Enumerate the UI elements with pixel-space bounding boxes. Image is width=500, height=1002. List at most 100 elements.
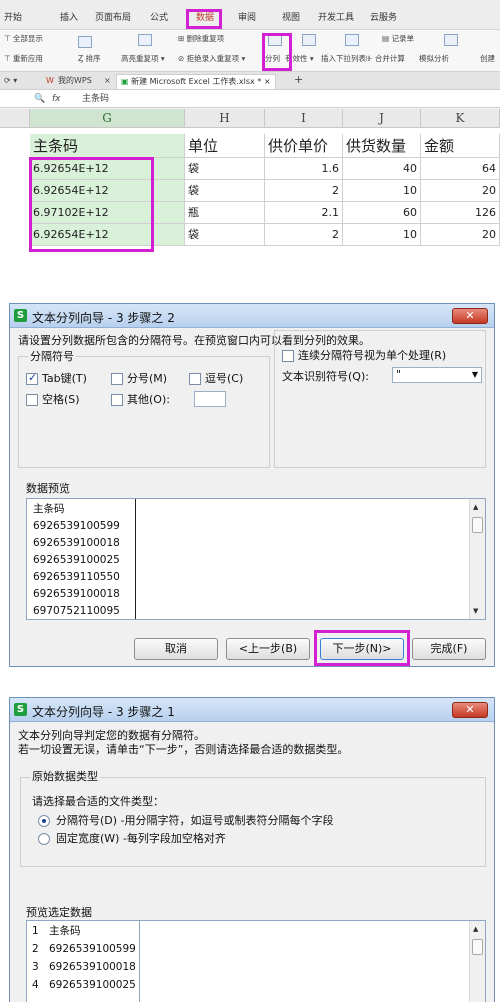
my-wps-tab[interactable]: 我的WPS bbox=[58, 76, 92, 86]
menu-dev[interactable]: 开发工具 bbox=[318, 12, 354, 24]
list-item: 6926539100025 bbox=[49, 979, 136, 991]
menu-formula[interactable]: 公式 bbox=[150, 12, 168, 24]
scroll-up-icon[interactable]: ▲ bbox=[473, 925, 478, 933]
finish-button[interactable]: 完成(F) bbox=[412, 638, 486, 660]
sort-button[interactable]: Ȥ 排序 bbox=[78, 54, 101, 64]
sort-az-icon[interactable] bbox=[78, 36, 92, 48]
table-cell[interactable]: 20 bbox=[421, 224, 500, 246]
comma-label[interactable]: 逗号(C) bbox=[205, 372, 243, 386]
simulate-button[interactable]: 模拟分析 bbox=[419, 54, 449, 64]
dialog-titlebar[interactable]: S 文本分列向导 - 3 步骤之 1 ✕ bbox=[10, 698, 494, 722]
formula-input[interactable]: 主条码 bbox=[82, 94, 109, 104]
table-cell[interactable]: 瓶 bbox=[185, 202, 265, 224]
close-file-tab[interactable]: × bbox=[264, 77, 271, 86]
reapply-button[interactable]: ⊤ 重新应用 bbox=[4, 54, 43, 64]
cell-header-amount[interactable]: 金额 bbox=[421, 134, 500, 158]
cell-header-unit[interactable]: 单位 bbox=[185, 134, 265, 158]
list-item: 6926539100599 bbox=[49, 943, 136, 955]
scroll-down-icon[interactable]: ▼ bbox=[473, 607, 478, 615]
qualifier-select[interactable]: " ▼ bbox=[392, 367, 482, 383]
dialog-titlebar[interactable]: S 文本分列向导 - 3 步骤之 2 ✕ bbox=[10, 304, 494, 328]
close-button[interactable]: ✕ bbox=[452, 702, 488, 718]
column-header-i[interactable]: I bbox=[265, 109, 343, 128]
remove-dup-button[interactable]: ⊞ 删除重复项 bbox=[178, 34, 224, 44]
table-cell[interactable]: 20 bbox=[421, 180, 500, 202]
tab-label[interactable]: Tab键(T) bbox=[42, 372, 87, 386]
table-cell[interactable]: 64 bbox=[421, 158, 500, 180]
cell-header-qty[interactable]: 供货数量 bbox=[343, 134, 421, 158]
column-header-k[interactable]: K bbox=[421, 109, 500, 128]
other-delimiter-input[interactable] bbox=[194, 391, 226, 407]
column-header-g[interactable]: G bbox=[30, 109, 185, 128]
fixed-width-label[interactable]: 固定宽度(W) -每列字段加空格对齐 bbox=[56, 832, 226, 846]
consecutive-label[interactable]: 连续分隔符号视为单个处理(R) bbox=[298, 349, 446, 363]
reject-dup-button[interactable]: ⊘ 拒绝录入重复项 ▾ bbox=[178, 54, 245, 64]
table-cell[interactable]: 2.1 bbox=[265, 202, 343, 224]
back-icon[interactable]: ⟳ ▾ bbox=[4, 76, 17, 86]
other-checkbox[interactable] bbox=[111, 394, 123, 406]
highlight-dup-button[interactable]: 高亮重复项 ▾ bbox=[121, 54, 165, 64]
other-label[interactable]: 其他(O): bbox=[127, 393, 170, 407]
prev-step-button[interactable]: <上一步(B) bbox=[226, 638, 310, 660]
data-preview-pane[interactable]: 主条码 6926539100599 6926539100018 69265391… bbox=[26, 498, 486, 620]
menu-insert[interactable]: 插入 bbox=[60, 12, 78, 24]
delimited-label[interactable]: 分隔符号(D) -用分隔字符，如逗号或制表符分隔每个字段 bbox=[56, 814, 334, 828]
table-cell[interactable]: 2 bbox=[265, 180, 343, 202]
preview-scrollbar[interactable]: ▲ ▼ bbox=[469, 499, 485, 619]
scroll-up-icon[interactable]: ▲ bbox=[473, 503, 478, 511]
cell-header-price[interactable]: 供价单价 bbox=[265, 134, 343, 158]
table-cell[interactable]: 1.6 bbox=[265, 158, 343, 180]
zoom-icon[interactable]: 🔍 bbox=[34, 94, 45, 104]
column-header-h[interactable]: H bbox=[185, 109, 265, 128]
table-cell[interactable]: 2 bbox=[265, 224, 343, 246]
close-button[interactable]: ✕ bbox=[452, 308, 488, 324]
new-tab-button[interactable]: + bbox=[294, 74, 303, 85]
table-cell[interactable]: 40 bbox=[343, 158, 421, 180]
fx-label[interactable]: fx bbox=[52, 94, 61, 104]
table-cell[interactable]: 10 bbox=[343, 180, 421, 202]
wps-logo-icon: W bbox=[46, 76, 54, 85]
menu-review[interactable]: 审阅 bbox=[238, 12, 256, 24]
cell-header-barcode[interactable]: 主条码 bbox=[30, 134, 185, 158]
consecutive-checkbox[interactable] bbox=[282, 350, 294, 362]
qualifier-value: " bbox=[396, 368, 402, 381]
menu-home[interactable]: 开始 bbox=[4, 12, 22, 24]
selected-data-preview[interactable]: 1 主条码 2 6926539100599 3 6926539100018 4 … bbox=[26, 920, 486, 1002]
document-tabs: ⟳ ▾ W 我的WPS × ▣ 新建 Microsoft Excel 工作表.x… bbox=[0, 72, 500, 90]
table-cell[interactable]: 袋 bbox=[185, 180, 265, 202]
create-button[interactable]: 创建 bbox=[480, 54, 495, 64]
tab-checkbox[interactable] bbox=[26, 371, 38, 385]
menu-view[interactable]: 视图 bbox=[282, 12, 300, 24]
table-cell[interactable]: 袋 bbox=[185, 158, 265, 180]
comma-checkbox[interactable] bbox=[189, 373, 201, 385]
preview-scrollbar[interactable]: ▲ bbox=[469, 921, 485, 1002]
next-button-highlight bbox=[314, 630, 410, 666]
menu-cloud[interactable]: 云服务 bbox=[370, 12, 397, 24]
close-wps-tab[interactable]: × bbox=[104, 76, 111, 86]
cancel-button[interactable]: 取消 bbox=[134, 638, 218, 660]
menu-layout[interactable]: 页面布局 bbox=[95, 12, 131, 24]
table-cell[interactable]: 10 bbox=[343, 224, 421, 246]
list-item: 6926539100018 bbox=[33, 537, 120, 549]
column-header-j[interactable]: J bbox=[343, 109, 421, 128]
table-cell[interactable]: 126 bbox=[421, 202, 500, 224]
table-cell[interactable]: 60 bbox=[343, 202, 421, 224]
list-item: 6926539100599 bbox=[33, 520, 120, 532]
space-label[interactable]: 空格(S) bbox=[42, 393, 80, 407]
semicolon-checkbox[interactable] bbox=[111, 373, 123, 385]
scroll-thumb[interactable] bbox=[472, 517, 483, 533]
corner-cell[interactable] bbox=[0, 109, 30, 128]
excel-file-tab[interactable]: ▣ 新建 Microsoft Excel 工作表.xlsx * × bbox=[116, 74, 276, 89]
insert-dropdown-button[interactable]: 插入下拉列表 bbox=[321, 54, 366, 64]
column-break-line[interactable] bbox=[135, 499, 136, 619]
space-checkbox[interactable] bbox=[26, 394, 38, 406]
semicolon-label[interactable]: 分号(M) bbox=[127, 372, 167, 386]
record-button[interactable]: ▤ 记录单 bbox=[382, 34, 414, 44]
delimited-radio[interactable] bbox=[38, 815, 50, 827]
dialog-title: 文本分列向导 - 3 步骤之 2 bbox=[32, 311, 175, 325]
scroll-thumb[interactable] bbox=[472, 939, 483, 955]
table-cell[interactable]: 袋 bbox=[185, 224, 265, 246]
show-all-button[interactable]: ⊤ 全部显示 bbox=[4, 34, 43, 44]
merge-calc-button[interactable]: ⊪ 合并计算 bbox=[366, 54, 405, 64]
fixed-width-radio[interactable] bbox=[38, 833, 50, 845]
